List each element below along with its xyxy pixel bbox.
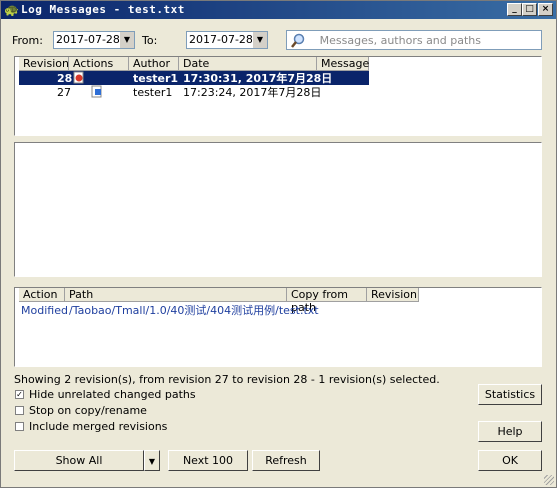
column-header-copy-from-path[interactable]: Copy from path (287, 288, 367, 314)
checkbox-box[interactable] (15, 406, 24, 415)
from-label: From: (12, 34, 43, 47)
message-pane[interactable] (14, 142, 542, 277)
column-header-message[interactable]: Message (317, 57, 369, 71)
column-header-action[interactable]: Action (19, 288, 65, 302)
revision-cell: 28 (57, 72, 73, 85)
column-header-actions[interactable]: Actions (69, 57, 129, 71)
close-button[interactable]: × (538, 3, 553, 16)
search-placeholder: Messages, authors and paths (319, 34, 481, 47)
revision-cell: 27 (57, 86, 71, 99)
help-button[interactable]: Help (478, 421, 542, 442)
modified-action-icon (73, 71, 85, 87)
statistics-button[interactable]: Statistics (478, 384, 542, 405)
column-header-author[interactable]: Author (129, 57, 179, 71)
maximize-button[interactable]: □ (522, 3, 537, 16)
column-header-date[interactable]: Date (179, 57, 317, 71)
chevron-down-icon: ▼ (148, 457, 156, 466)
changed-paths-list[interactable]: Action Path Copy from path Revision Modi… (14, 287, 542, 367)
stop-on-copy-label: Stop on copy/rename (29, 404, 147, 417)
column-header-revision[interactable]: Revision (19, 57, 69, 71)
column-header-revision[interactable]: Revision (367, 288, 419, 302)
author-cell: tester1 (133, 72, 179, 85)
from-date-value: 2017-07-28 (56, 33, 120, 46)
date-cell: 17:30:31, 2017年7月28日 (183, 72, 333, 85)
refresh-button[interactable]: Refresh (252, 450, 320, 471)
search-input[interactable]: Messages, authors and paths (286, 30, 542, 50)
show-all-button[interactable]: Show All (14, 450, 144, 471)
column-header-path[interactable]: Path (65, 288, 287, 302)
search-icon[interactable] (290, 33, 306, 49)
include-merged-label: Include merged revisions (29, 420, 168, 433)
from-date-picker[interactable]: 2017-07-28 ▼ (53, 31, 135, 49)
modified-action-icon (91, 85, 103, 101)
author-cell: tester1 (133, 86, 173, 99)
title-bar[interactable]: 🐢 Log Messages - test.txt _ □ × (1, 1, 556, 19)
checkbox-box[interactable]: ✓ (15, 390, 24, 399)
checkbox-box[interactable] (15, 422, 24, 431)
chevron-down-icon[interactable]: ▼ (252, 32, 267, 48)
next-100-button[interactable]: Next 100 (168, 450, 248, 471)
show-all-dropdown-button[interactable]: ▼ (144, 450, 160, 471)
chevron-down-icon[interactable]: ▼ (119, 32, 134, 48)
resize-grip[interactable] (544, 475, 554, 485)
ok-button[interactable]: OK (478, 450, 542, 471)
tortoise-icon: 🐢 (4, 3, 19, 17)
log-messages-window: 🐢 Log Messages - test.txt _ □ × From: 20… (0, 0, 557, 488)
to-date-value: 2017-07-28 (189, 33, 253, 46)
to-label: To: (142, 34, 158, 47)
to-date-picker[interactable]: 2017-07-28 ▼ (186, 31, 268, 49)
revision-list[interactable]: Revision Actions Author Date Message 28 … (14, 56, 542, 136)
action-cell: Modified (21, 304, 68, 317)
minimize-button[interactable]: _ (507, 3, 522, 16)
window-title: Log Messages - test.txt (21, 3, 185, 16)
date-cell: 17:23:24, 2017年7月28日 (183, 86, 322, 99)
status-text: Showing 2 revision(s), from revision 27 … (14, 373, 440, 386)
path-cell: /Taobao/Tmall/1.0/40测试/404测试用例/test.txt (69, 304, 319, 317)
hide-unrelated-label: Hide unrelated changed paths (29, 388, 196, 401)
